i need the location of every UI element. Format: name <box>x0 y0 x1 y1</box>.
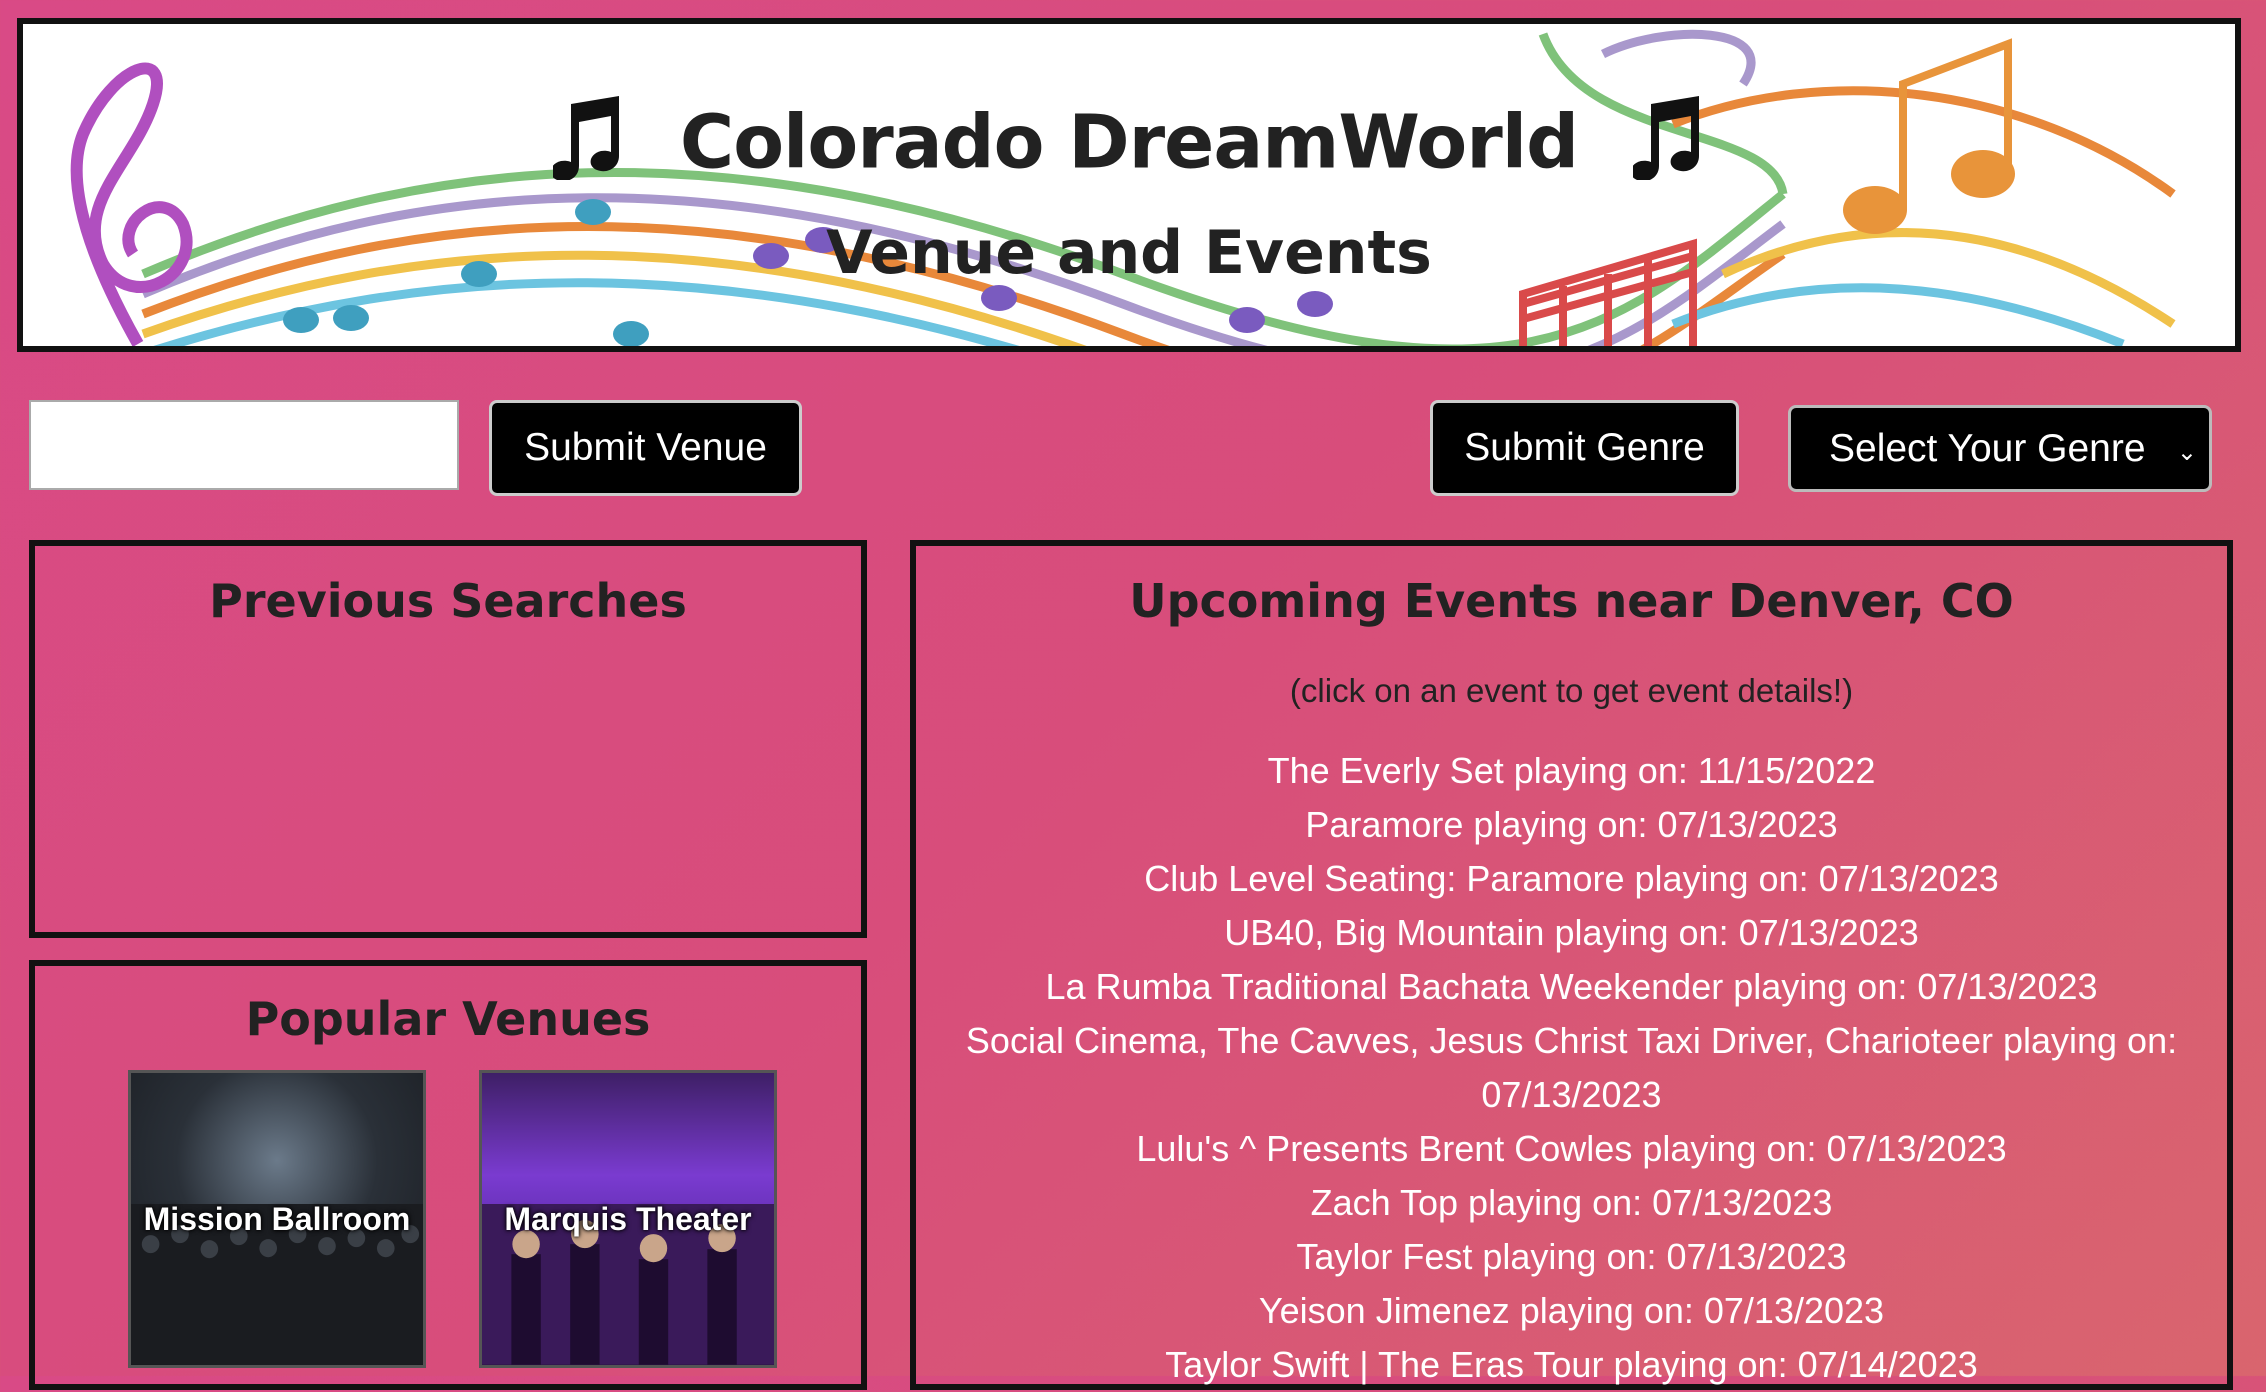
venue-search-input[interactable] <box>29 400 459 490</box>
upcoming-events-panel: Upcoming Events near Denver, CO (click o… <box>910 540 2233 1390</box>
event-item[interactable]: Taylor Fest playing on: 07/13/2023 <box>956 1230 2187 1284</box>
previous-searches-panel: Previous Searches <box>29 540 867 938</box>
submit-venue-button[interactable]: Submit Venue <box>489 400 802 496</box>
venue-card-mission-ballroom[interactable]: Mission Ballroom <box>128 1070 426 1368</box>
event-item[interactable]: Yeison Jimenez playing on: 07/13/2023 <box>956 1284 2187 1338</box>
site-subtitle: Venue and Events <box>826 218 1432 288</box>
event-item[interactable]: UB40, Big Mountain playing on: 07/13/202… <box>956 906 2187 960</box>
popular-venues-panel: Popular Venues Mission Ballroom Marquis … <box>29 960 867 1390</box>
genre-select-value: Select Your Genre <box>1829 426 2146 470</box>
site-title: Colorado DreamWorld <box>679 99 1579 186</box>
event-item[interactable]: Social Cinema, The Cavves, Jesus Christ … <box>956 1014 2187 1122</box>
venue-card-marquis-theater[interactable]: Marquis Theater <box>479 1070 777 1368</box>
venue-name: Marquis Theater <box>504 1200 752 1237</box>
events-hint: (click on an event to get event details!… <box>1289 672 1854 709</box>
event-item[interactable]: Lulu's ^ Presents Brent Cowles playing o… <box>956 1122 2187 1176</box>
event-item[interactable]: La Rumba Traditional Bachata Weekender p… <box>956 960 2187 1014</box>
chevron-down-icon: ⌄ <box>2176 439 2197 466</box>
event-list: The Everly Set playing on: 11/15/2022 Pa… <box>916 744 2227 1392</box>
music-note-icon <box>1630 96 1705 198</box>
event-item[interactable]: Club Level Seating: Paramore playing on:… <box>956 852 2187 906</box>
event-item[interactable]: The Everly Set playing on: 11/15/2022 <box>956 744 2187 798</box>
header-banner: Colorado DreamWorld Venue and Events <box>17 18 2241 352</box>
genre-select[interactable]: Select Your Genre ⌄ <box>1788 405 2212 492</box>
event-item[interactable]: Paramore playing on: 07/13/2023 <box>956 798 2187 852</box>
submit-genre-button[interactable]: Submit Genre <box>1430 400 1739 496</box>
event-item[interactable]: Zach Top playing on: 07/13/2023 <box>956 1176 2187 1230</box>
venue-name: Mission Ballroom <box>143 1200 411 1237</box>
event-item[interactable]: Taylor Swift | The Eras Tour playing on:… <box>956 1338 2187 1392</box>
music-note-icon <box>550 96 625 198</box>
previous-searches-title: Previous Searches <box>209 574 687 628</box>
upcoming-events-title: Upcoming Events near Denver, CO <box>1129 574 2014 628</box>
popular-venues-title: Popular Venues <box>245 992 651 1046</box>
